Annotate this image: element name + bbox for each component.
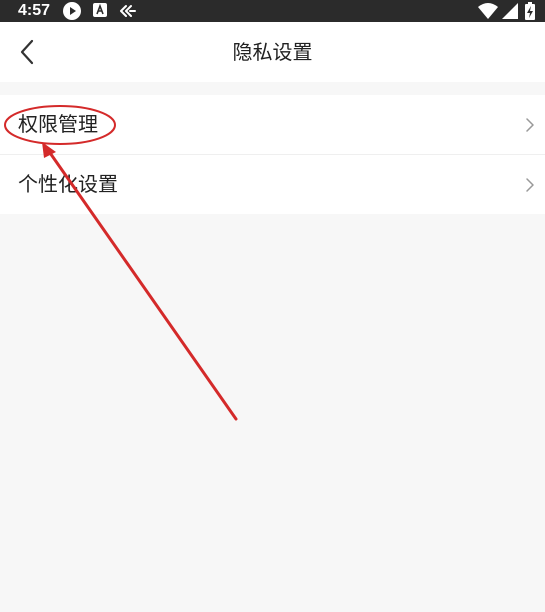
wifi-icon: [478, 3, 498, 19]
a-badge-icon: [93, 3, 107, 17]
cast-icon: [120, 5, 136, 17]
settings-menu: 权限管理 个性化设置: [0, 95, 545, 214]
play-circle-icon: [63, 2, 81, 20]
status-time: 4:57: [18, 2, 51, 19]
chevron-right-icon: [526, 118, 534, 132]
page-title: 隐私设置: [232, 40, 313, 64]
signal-icon: [502, 3, 518, 19]
chevron-right-icon: [526, 178, 534, 192]
annotation-overlay: [4, 105, 238, 421]
header-bar: 隐私设置: [0, 22, 545, 82]
menu-item-label: 个性化设置: [18, 172, 118, 196]
status-bar: 4:57: [0, 0, 545, 22]
battery-icon: [525, 2, 535, 20]
menu-item-permission-management[interactable]: 权限管理: [0, 95, 545, 154]
menu-item-label: 权限管理: [18, 112, 98, 136]
menu-item-personalization-settings[interactable]: 个性化设置: [0, 154, 545, 214]
